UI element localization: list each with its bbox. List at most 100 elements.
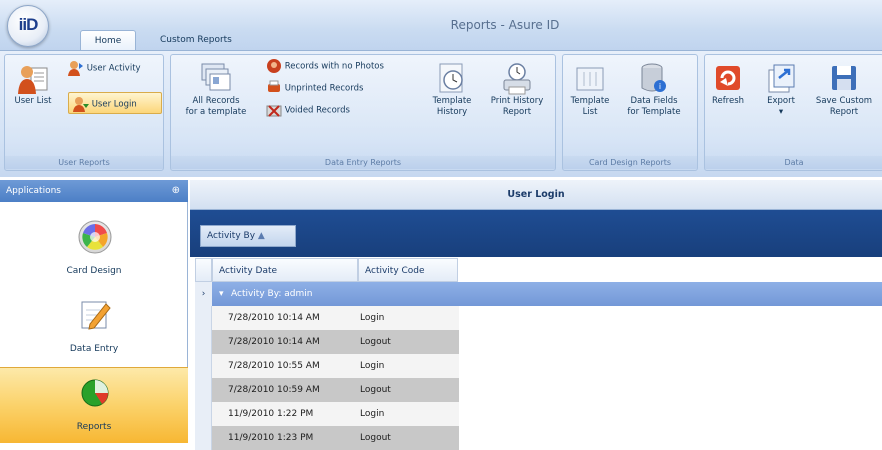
unprinted-icon: [268, 80, 280, 92]
window-title: Reports - Asure ID: [450, 18, 560, 32]
save-disk-icon: [832, 66, 856, 90]
refresh-button[interactable]: Refresh: [706, 62, 750, 107]
export-dropdown-icon[interactable]: ▾: [758, 107, 804, 118]
cell-date: 7/28/2010 10:55 AM: [228, 361, 320, 371]
table-row[interactable]: 7/28/2010 10:14 AM Logout: [195, 330, 459, 354]
printer-clock-icon: [503, 63, 531, 95]
pie-chart-icon: [81, 379, 109, 407]
save-custom-label-2: Report: [829, 107, 859, 117]
voided-records-button[interactable]: Voided Records: [266, 102, 426, 120]
color-wheel-icon: [78, 220, 112, 254]
records-no-photos-label: Records with no Photos: [284, 61, 384, 72]
table-row[interactable]: 7/28/2010 10:14 AM Login: [195, 306, 459, 330]
template-list-label-2: List: [582, 107, 598, 117]
template-list-button[interactable]: Template List: [566, 62, 614, 118]
column-header-activity-code[interactable]: Activity Code: [358, 258, 458, 282]
user-list-button[interactable]: User List: [8, 62, 58, 107]
unprinted-records-label: Unprinted Records: [284, 83, 364, 94]
row-selector-icon: ›: [195, 282, 212, 306]
cell-code: Logout: [360, 337, 391, 347]
collapse-icon[interactable]: ▾: [219, 282, 224, 306]
cell-code: Logout: [360, 385, 391, 395]
group-label: Data: [705, 156, 882, 169]
data-fields-label-2: for Template: [627, 107, 681, 117]
print-history-label-1: Print History: [490, 96, 544, 106]
template-list-label-1: Template: [570, 96, 610, 106]
group-by-chip[interactable]: Activity By ▲: [200, 225, 296, 247]
sidebar-header: Applications ⊕: [0, 180, 188, 202]
cell-date: 7/28/2010 10:14 AM: [228, 337, 320, 347]
user-login-button[interactable]: User Login: [68, 92, 162, 114]
user-list-label: User List: [14, 96, 52, 106]
voided-records-label: Voided Records: [284, 105, 350, 116]
data-fields-template-button[interactable]: i Data Fields for Template: [616, 62, 692, 118]
user-list-icon: [18, 66, 48, 94]
export-button[interactable]: Export ▾: [758, 62, 804, 118]
all-records-label-2: for a template: [185, 107, 247, 117]
cell-code: Login: [360, 313, 385, 323]
cell-code: Logout: [360, 433, 391, 443]
tab-custom-reports[interactable]: Custom Reports: [150, 30, 260, 50]
records-stack-icon: [201, 63, 231, 91]
user-activity-icon: [68, 61, 83, 76]
sort-ascending-icon: ▲: [257, 231, 265, 241]
sidebar-item-data-entry[interactable]: Data Entry: [0, 290, 188, 366]
clock-document-icon: [439, 63, 463, 93]
report-title: User Login: [190, 180, 882, 210]
row-indicator-header: [195, 258, 212, 282]
column-header-activity-date[interactable]: Activity Date: [212, 258, 358, 282]
no-photo-icon: [267, 59, 281, 73]
save-custom-report-button[interactable]: Save Custom Report: [806, 62, 882, 118]
all-records-label-1: All Records: [192, 96, 240, 106]
table-row[interactable]: 11/9/2010 1:23 PM Logout: [195, 426, 459, 450]
group-label: User Reports: [5, 156, 163, 169]
group-by-label: Activity By: [207, 231, 256, 241]
refresh-label: Refresh: [711, 96, 745, 106]
template-history-button[interactable]: Template History: [424, 62, 480, 118]
print-history-label-2: Report: [502, 107, 532, 117]
app-menu-button[interactable]: iiD: [7, 5, 49, 47]
export-icon: [768, 64, 795, 93]
group-label: Card Design Reports: [563, 156, 697, 169]
user-login-icon: [73, 97, 89, 112]
sidebar-item-label: Card Design: [66, 266, 122, 276]
all-records-button[interactable]: All Records for a template: [176, 62, 256, 118]
user-login-label: User Login: [91, 99, 137, 110]
cell-date: 7/28/2010 10:59 AM: [228, 385, 320, 395]
records-no-photos-button[interactable]: Records with no Photos: [266, 58, 426, 76]
tab-home[interactable]: Home: [80, 30, 136, 50]
table-row[interactable]: 7/28/2010 10:55 AM Login: [195, 354, 459, 378]
svg-text:i: i: [659, 82, 661, 91]
app-logo: iiD: [18, 15, 39, 34]
cell-date: 11/9/2010 1:22 PM: [228, 409, 314, 419]
user-activity-label: User Activity: [86, 63, 141, 74]
user-activity-button[interactable]: User Activity: [68, 60, 164, 82]
unprinted-records-button[interactable]: Unprinted Records: [266, 80, 426, 98]
sidebar-title: Applications: [6, 186, 61, 196]
sidebar-item-label: Data Entry: [69, 344, 119, 354]
cell-code: Login: [360, 409, 385, 419]
group-row[interactable]: › ▾ Activity By: admin: [195, 282, 882, 306]
sidebar-item-card-design[interactable]: Card Design: [0, 212, 188, 288]
table-row[interactable]: 7/28/2010 10:59 AM Logout: [195, 378, 459, 402]
template-history-label-2: History: [436, 107, 468, 117]
cell-date: 11/9/2010 1:23 PM: [228, 433, 314, 443]
sidebar-item-reports[interactable]: Reports: [0, 367, 188, 443]
cell-code: Login: [360, 361, 385, 371]
export-label: Export: [767, 96, 795, 106]
group-row-label: Activity By: admin: [231, 289, 313, 299]
table-row[interactable]: 11/9/2010 1:22 PM Login: [195, 402, 459, 426]
print-history-report-button[interactable]: Print History Report: [484, 62, 550, 118]
save-custom-label-1: Save Custom: [815, 96, 873, 106]
database-icon: i: [641, 63, 666, 92]
voided-icon: [266, 105, 282, 117]
cell-date: 7/28/2010 10:14 AM: [228, 313, 320, 323]
template-list-icon: [576, 67, 604, 91]
sidebar-item-label: Reports: [76, 422, 112, 432]
data-fields-label-1: Data Fields: [630, 96, 678, 106]
pin-icon[interactable]: ⊕: [172, 180, 180, 202]
group-label: Data Entry Reports: [171, 156, 555, 169]
template-history-label-1: Template: [432, 96, 472, 106]
pencil-note-icon: [81, 301, 111, 330]
refresh-icon: [716, 66, 740, 90]
